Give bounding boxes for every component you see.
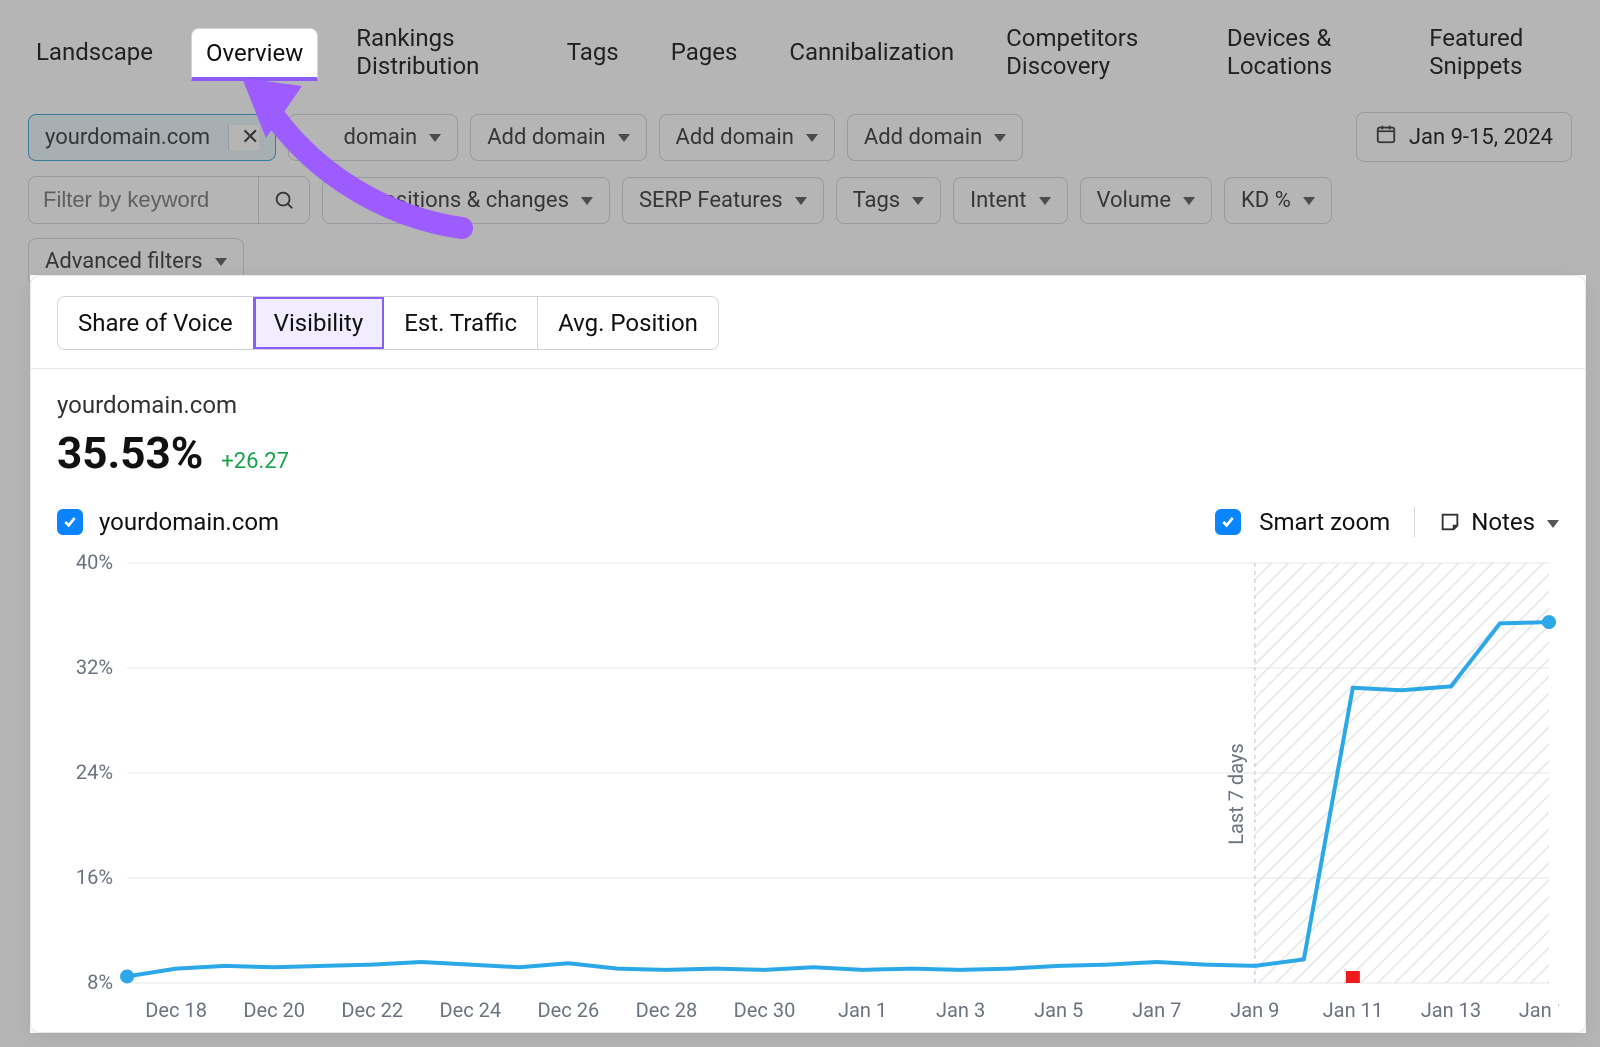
- volume-label: Volume: [1097, 188, 1172, 213]
- chevron-down-icon: [1181, 188, 1195, 213]
- svg-text:Dec 30: Dec 30: [734, 998, 796, 1022]
- svg-text:Last 7 days: Last 7 days: [1224, 743, 1248, 844]
- tab-overview[interactable]: Overview: [191, 28, 318, 81]
- add-domain-label: Add domain: [864, 125, 982, 150]
- chevron-down-icon: [804, 125, 818, 150]
- divider: [31, 368, 1585, 369]
- svg-text:Dec 24: Dec 24: [439, 998, 501, 1022]
- tab-tags[interactable]: Tags: [553, 28, 633, 80]
- filter-keyword-input[interactable]: [28, 176, 258, 224]
- tab-share-of-voice[interactable]: Share of Voice: [58, 297, 254, 349]
- svg-text:Jan 1: Jan 1: [838, 998, 887, 1022]
- smart-zoom-label: Smart zoom: [1259, 508, 1390, 536]
- tab-devices-locations[interactable]: Devices & Locations: [1213, 14, 1391, 94]
- search-icon: [273, 189, 295, 211]
- smart-zoom-checkbox[interactable]: [1215, 509, 1241, 535]
- stat-value: 35.53%: [57, 427, 203, 479]
- chevron-down-icon: [213, 249, 227, 274]
- intent-label: Intent: [970, 188, 1026, 213]
- chevron-down-icon: [1037, 188, 1051, 213]
- svg-text:Dec 22: Dec 22: [341, 998, 403, 1022]
- chevron-down-icon: [910, 188, 924, 213]
- metric-tabs: Share of Voice Visibility Est. Traffic A…: [57, 296, 719, 350]
- date-range-picker[interactable]: Jan 9-15, 2024: [1356, 112, 1572, 162]
- top-nav: Landscape Overview Rankings Distribution…: [0, 0, 1600, 94]
- svg-text:Jan 9: Jan 9: [1230, 998, 1279, 1022]
- tab-competitors-discovery[interactable]: Competitors Discovery: [992, 14, 1189, 94]
- close-icon[interactable]: ✕: [228, 125, 259, 150]
- positions-changes-filter[interactable]: positions & changes: [322, 177, 610, 224]
- svg-text:Dec 18: Dec 18: [145, 998, 207, 1022]
- tab-est-traffic[interactable]: Est. Traffic: [384, 297, 538, 349]
- notes-button[interactable]: Notes: [1439, 508, 1559, 536]
- chevron-down-icon: [427, 125, 441, 150]
- domain-chip-label: yourdomain.com: [45, 125, 210, 150]
- svg-text:16%: 16%: [76, 865, 113, 889]
- svg-text:Jan 15: Jan 15: [1519, 998, 1559, 1022]
- legend-row: yourdomain.com Smart zoom Notes: [57, 507, 1559, 537]
- svg-text:Jan 13: Jan 13: [1421, 998, 1481, 1022]
- notes-label: Notes: [1471, 508, 1535, 536]
- kd-filter[interactable]: KD %: [1224, 177, 1332, 224]
- calendar-icon: [1375, 123, 1397, 151]
- divider: [1414, 507, 1415, 537]
- note-icon: [1439, 511, 1461, 533]
- chevron-down-icon: [793, 188, 807, 213]
- chevron-down-icon: [992, 125, 1006, 150]
- svg-text:Jan 5: Jan 5: [1034, 998, 1083, 1022]
- volume-filter[interactable]: Volume: [1080, 177, 1213, 224]
- svg-text:Dec 28: Dec 28: [636, 998, 698, 1022]
- tab-rankings-distribution[interactable]: Rankings Distribution: [342, 14, 529, 94]
- tab-visibility[interactable]: Visibility: [254, 297, 385, 349]
- search-button[interactable]: [258, 176, 310, 224]
- svg-text:8%: 8%: [87, 970, 113, 994]
- kd-label: KD %: [1241, 188, 1291, 213]
- svg-text:24%: 24%: [76, 760, 113, 784]
- add-domain-label: domain: [343, 125, 417, 150]
- intent-filter[interactable]: Intent: [953, 177, 1067, 224]
- stat-delta: +26.27: [221, 449, 289, 474]
- serp-features-filter[interactable]: SERP Features: [622, 177, 824, 224]
- svg-text:32%: 32%: [76, 655, 113, 679]
- svg-text:Dec 20: Dec 20: [243, 998, 305, 1022]
- chevron-down-icon: [616, 125, 630, 150]
- tags-label: Tags: [853, 188, 901, 213]
- legend-checkbox[interactable]: [57, 509, 83, 535]
- add-domain-label: Add domain: [487, 125, 605, 150]
- tags-filter[interactable]: Tags: [836, 177, 942, 224]
- advanced-filters-label: Advanced filters: [45, 249, 203, 274]
- add-domain-button-3[interactable]: Add domain: [659, 114, 835, 161]
- add-domain-button-1[interactable]: domain: [288, 114, 458, 161]
- chevron-down-icon: [1301, 188, 1315, 213]
- tab-pages[interactable]: Pages: [657, 28, 752, 80]
- visibility-chart: 40% 32% 24% 16% 8% Last 7 days Dec 18 Dec 20 Dec…: [57, 553, 1559, 1031]
- tab-landscape[interactable]: Landscape: [22, 28, 167, 80]
- svg-text:Dec 26: Dec 26: [538, 998, 600, 1022]
- chevron-down-icon: [579, 188, 593, 213]
- svg-text:Jan 3: Jan 3: [936, 998, 985, 1022]
- add-domain-button-4[interactable]: Add domain: [847, 114, 1023, 161]
- stat-domain-label: yourdomain.com: [57, 391, 1571, 419]
- stat-block: yourdomain.com 35.53% +26.27: [45, 391, 1571, 479]
- tab-avg-position[interactable]: Avg. Position: [538, 297, 718, 349]
- svg-text:Jan 11: Jan 11: [1323, 998, 1383, 1022]
- tab-featured-snippets[interactable]: Featured Snippets: [1415, 14, 1578, 94]
- date-range-label: Jan 9-15, 2024: [1409, 125, 1553, 150]
- add-domain-button-2[interactable]: Add domain: [470, 114, 646, 161]
- chevron-down-icon: [1545, 508, 1559, 536]
- add-domain-label: Add domain: [676, 125, 794, 150]
- positions-changes-label: positions & changes: [371, 188, 569, 213]
- legend-series-label: yourdomain.com: [99, 508, 279, 536]
- svg-text:Jan 7: Jan 7: [1132, 998, 1181, 1022]
- serp-features-label: SERP Features: [639, 188, 783, 213]
- visibility-card: Share of Voice Visibility Est. Traffic A…: [30, 275, 1586, 1033]
- domain-chip[interactable]: yourdomain.com ✕: [28, 114, 276, 161]
- tab-cannibalization[interactable]: Cannibalization: [775, 28, 968, 80]
- svg-text:40%: 40%: [76, 553, 113, 574]
